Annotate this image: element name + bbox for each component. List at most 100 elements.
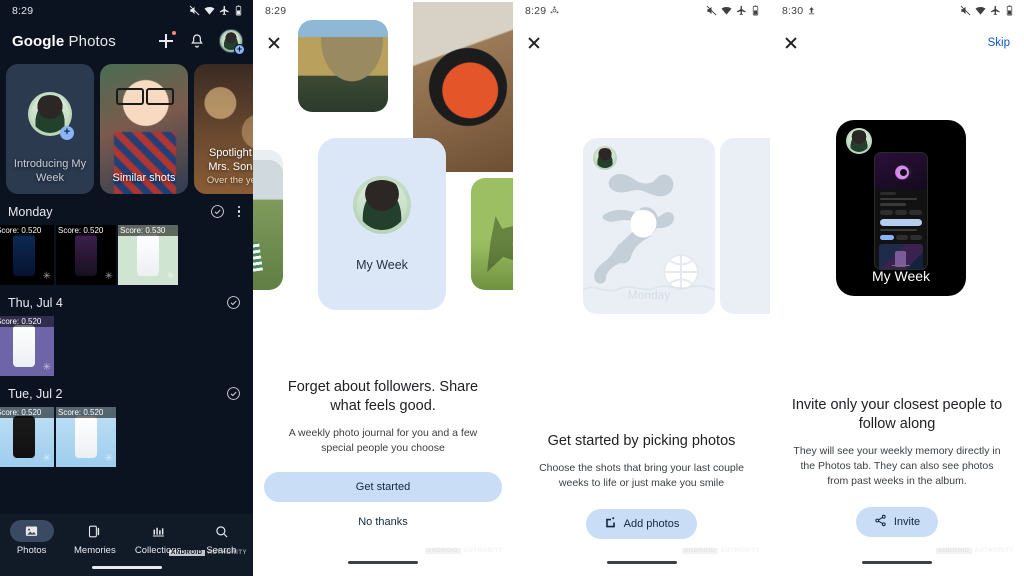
my-week-card-label: My Week — [356, 258, 408, 272]
photo-thumbnail[interactable]: Score: 0.520 ✳ — [56, 225, 116, 285]
my-week-preview-card[interactable]: My Week — [836, 120, 966, 296]
score-label: Score: 0.520 — [56, 407, 116, 418]
photo-thumbnail[interactable]: Score: 0.520 ✳ — [0, 407, 54, 467]
status-bar: 8:29 — [0, 0, 253, 22]
mockup-line — [880, 192, 896, 195]
nav-item-photos[interactable]: Photos — [0, 520, 63, 560]
memory-card-introducing-my-week[interactable]: + Introducing My Week — [6, 64, 94, 194]
gesture-bar[interactable] — [348, 561, 418, 564]
glasses-icon — [116, 88, 174, 105]
watermark-part-1: ANDROID — [425, 548, 461, 554]
app-title-light: Photos — [64, 32, 116, 50]
sparkle-icon: ✳ — [104, 271, 113, 282]
skip-button[interactable]: Skip — [988, 37, 1010, 49]
select-day-icon[interactable] — [226, 386, 241, 401]
airplane-icon — [736, 5, 747, 18]
select-day-icon[interactable] — [210, 204, 225, 219]
watermark-part-2: AUTHORITY — [463, 548, 503, 554]
memory-card-spotlight[interactable]: Spotlight on Mrs. Sonam Over the years — [194, 64, 253, 194]
add-photos-icon — [604, 516, 617, 532]
close-icon[interactable] — [784, 36, 798, 50]
monday-placeholder-card[interactable]: Monday — [583, 138, 715, 314]
thumbnail-image — [13, 416, 35, 458]
sparkle-icon: ✳ — [104, 453, 113, 464]
onboarding-title: Invite only your closest people to follo… — [791, 397, 1003, 432]
gesture-bar[interactable] — [862, 561, 932, 564]
photo-thumbnail[interactable]: Score: 0.520 ✳ — [0, 225, 54, 285]
app-title: Google Photos — [12, 33, 157, 50]
panel-onboarding-intro: 8:29 My Week Forget about followers. Sha… — [253, 0, 513, 576]
mockup-chip-active — [880, 235, 894, 240]
plus-icon[interactable] — [157, 31, 176, 50]
onboarding-subtitle: Choose the shots that bring your last co… — [539, 462, 744, 489]
avatar — [353, 176, 411, 234]
invite-button[interactable]: Invite — [855, 507, 939, 537]
mockup-hero-image — [875, 153, 927, 189]
select-day-icon[interactable] — [226, 295, 241, 310]
panel-onboarding-pick-photos: 8:29 Monday Get started by picking photo… — [513, 0, 770, 576]
thumbnail-row-tue-jul-2[interactable]: Score: 0.520 ✳ Score: 0.520 ✳ — [0, 407, 253, 467]
score-label: Score: 0.520 — [0, 407, 54, 418]
my-week-card[interactable]: My Week — [318, 138, 446, 310]
memories-carousel[interactable]: + Introducing My Week Similar shots Spot… — [0, 60, 253, 194]
avatar[interactable]: + — [219, 29, 245, 55]
thumbnail-row-monday[interactable]: Score: 0.520 ✳ Score: 0.520 ✳ Score: 0.5… — [0, 225, 253, 285]
mockup-stats-row — [880, 209, 923, 215]
watermark: ANDROID AUTHORITY — [169, 550, 247, 556]
thumbnail-image — [137, 234, 159, 276]
mockup-chip — [910, 235, 922, 240]
mockup-gesture-bar — [892, 264, 910, 266]
sync-icon — [550, 5, 559, 17]
thumbnail-row-thu-jul-4[interactable]: Score: 0.520 ✳ — [0, 316, 253, 376]
add-photos-button[interactable]: Add photos — [585, 509, 698, 539]
next-placeholder-card[interactable] — [720, 138, 770, 314]
day-header-thu-jul-4: Thu, Jul 4 — [0, 285, 253, 316]
mockup-chip — [894, 209, 908, 215]
memory-card-title: Spotlight on Mrs. Sonam — [208, 147, 253, 173]
day-header-tue-jul-2: Tue, Jul 2 — [0, 376, 253, 407]
onboarding-text-block: Forget about followers. Share what feels… — [253, 378, 513, 528]
mockup-chip — [909, 209, 923, 215]
nav-item-memories[interactable]: Memories — [63, 520, 126, 560]
gesture-bar[interactable] — [91, 566, 162, 569]
day-title: Thu, Jul 4 — [8, 295, 63, 310]
overflow-menu-icon[interactable] — [237, 205, 241, 218]
onboarding-text-block: Invite only your closest people to follo… — [770, 396, 1024, 537]
onboarding-text-block: Get started by picking photos Choose the… — [513, 432, 770, 539]
mockup-line — [880, 197, 918, 200]
get-started-button[interactable]: Get started — [264, 472, 502, 502]
close-icon[interactable] — [527, 36, 541, 50]
memory-card-similar-shots[interactable]: Similar shots — [100, 64, 188, 194]
mockup-grid — [879, 244, 923, 269]
photo-thumbnail[interactable]: Score: 0.520 ✳ — [56, 407, 116, 467]
panel-google-photos-home: 8:29 Google Photos + + Introducing My We… — [0, 0, 253, 576]
wifi-icon — [721, 5, 732, 18]
battery-icon — [1005, 4, 1014, 18]
no-thanks-button[interactable]: No thanks — [253, 516, 513, 528]
status-bar: 8:29 — [513, 0, 770, 22]
watermark-part-2: AUTHORITY — [720, 548, 760, 554]
wifi-icon — [204, 5, 215, 18]
collage-photo-grass — [471, 178, 513, 290]
mute-icon — [189, 5, 200, 18]
thumbnail-image — [75, 234, 97, 276]
mockup-cta-button — [880, 218, 922, 226]
bell-icon[interactable] — [189, 33, 205, 49]
photo-thumbnail-selected[interactable]: Score: 0.530 ✳ — [118, 225, 178, 285]
gesture-bar[interactable] — [606, 561, 677, 564]
watermark-part-2: AUTHORITY — [974, 548, 1014, 554]
search-icon — [199, 520, 243, 542]
photo-thumbnail[interactable]: Score: 0.520 ✳ — [0, 316, 54, 376]
memories-icon — [73, 520, 117, 542]
battery-icon — [234, 4, 243, 18]
memory-card-label: Similar shots — [112, 172, 176, 184]
mockup-line — [880, 203, 906, 206]
onboarding-subtitle: They will see your weekly memory directl… — [793, 445, 1001, 487]
status-time: 8:29 — [12, 5, 34, 17]
watermark: ANDROID AUTHORITY — [425, 548, 503, 554]
app-header: Google Photos + — [0, 22, 253, 60]
memory-card-label: Spotlight on Mrs. Sonam Over the years — [194, 146, 253, 194]
day-header-monday: Monday — [0, 194, 253, 225]
wifi-icon — [975, 5, 986, 18]
score-label: Score: 0.520 — [0, 225, 54, 236]
